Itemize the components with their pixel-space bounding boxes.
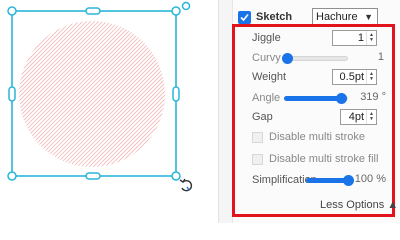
hachure-line	[19, 21, 127, 167]
hachure-line	[180, 10, 212, 180]
angle-value: 319 °	[360, 91, 386, 103]
curvy-row: Curvy	[252, 50, 281, 66]
jiggle-stepper[interactable]: ▲ ▼	[367, 31, 376, 45]
hachure-line	[163, 21, 165, 167]
resize-handle-top-right[interactable]	[171, 6, 181, 16]
hachure-line	[196, 10, 212, 180]
jiggle-spinner[interactable]: 1 ▲ ▼	[332, 30, 377, 46]
hachure-line	[115, 21, 165, 167]
disable-multi-stroke-fill-label: Disable multi stroke fill	[269, 153, 379, 165]
hachure-line	[155, 21, 165, 167]
curvy-label: Curvy	[252, 52, 281, 64]
resize-handle-bottom[interactable]	[85, 172, 101, 180]
rotate-icon[interactable]	[179, 178, 193, 192]
angle-label: Angle	[252, 92, 281, 104]
hachure-line	[19, 21, 47, 167]
sketch-checkbox[interactable]	[238, 10, 251, 24]
resize-handle-top-left[interactable]	[7, 6, 17, 16]
hachure-line	[131, 21, 165, 167]
less-options-link[interactable]: Less Options ▲	[320, 199, 398, 211]
hachure-line	[19, 21, 159, 167]
hachure-line	[79, 21, 165, 167]
disable-multi-stroke-row[interactable]: Disable multi stroke	[252, 129, 365, 145]
hachure-line	[176, 10, 212, 180]
canvas-drawing	[0, 1, 212, 192]
hachure-line	[200, 10, 212, 180]
gap-label: Gap	[252, 111, 273, 123]
weight-value[interactable]: 0.5pt	[333, 70, 367, 84]
hachure-line	[0, 10, 6, 180]
angle-slider-fill	[284, 96, 341, 101]
hachure-line	[119, 21, 165, 167]
disable-multi-stroke-fill-checkbox[interactable]	[252, 153, 263, 165]
jiggle-value[interactable]: 1	[333, 31, 367, 45]
rotate-handle[interactable]	[181, 1, 191, 11]
gap-stepper[interactable]: ▲ ▼	[367, 110, 376, 124]
hachure-line	[184, 10, 212, 180]
angle-row: Angle	[252, 90, 280, 106]
resize-handle-bottom-right[interactable]	[171, 171, 181, 181]
fill-style-select[interactable]: Hachure ▼	[312, 8, 378, 25]
hachure-line	[111, 21, 165, 167]
hachure-line	[192, 10, 212, 180]
curvy-slider[interactable]	[282, 53, 348, 64]
resize-handle-left[interactable]	[8, 86, 16, 102]
hachure-line	[19, 21, 151, 167]
hachure-line	[188, 10, 212, 180]
hachure-line	[59, 21, 165, 167]
hachure-line	[159, 21, 165, 167]
simplification-slider-fill	[306, 178, 348, 183]
disable-multi-stroke-checkbox[interactable]	[252, 131, 263, 143]
angle-slider[interactable]	[284, 93, 348, 104]
hachure-line	[19, 21, 39, 167]
jiggle-label: Jiggle	[252, 32, 281, 44]
angle-slider-thumb[interactable]	[335, 93, 347, 104]
check-icon	[240, 13, 249, 21]
weight-stepper[interactable]: ▲ ▼	[367, 70, 376, 84]
hachure-line	[83, 21, 165, 167]
gap-value[interactable]: 4pt	[341, 110, 367, 124]
curvy-value: 1	[377, 51, 384, 63]
sketch-label: Sketch	[256, 11, 293, 23]
resize-handle-right[interactable]	[172, 86, 180, 102]
disable-multi-stroke-label: Disable multi stroke	[269, 131, 365, 143]
fill-style-value: Hachure	[316, 10, 358, 23]
resize-handle-top[interactable]	[85, 7, 101, 15]
simplification-value: 100 %	[354, 173, 386, 185]
gap-row: Gap	[252, 109, 273, 125]
curvy-slider-thumb[interactable]	[282, 53, 294, 64]
curvy-slider-track	[284, 56, 348, 61]
panel-scrollbar[interactable]	[219, 0, 233, 223]
hachure-fill	[0, 10, 212, 180]
weight-row: Weight	[252, 69, 286, 85]
resize-handle-bottom-left[interactable]	[7, 171, 17, 181]
hachure-line	[147, 21, 165, 167]
disable-multi-stroke-fill-row[interactable]: Disable multi stroke fill	[252, 151, 378, 167]
gap-spinner[interactable]: 4pt ▲ ▼	[340, 109, 377, 125]
weight-spinner[interactable]: 0.5pt ▲ ▼	[332, 69, 377, 85]
hachure-line	[208, 10, 212, 180]
weight-label: Weight	[252, 71, 287, 83]
hachure-line	[63, 21, 165, 167]
hachure-line	[204, 10, 212, 180]
diagram-canvas[interactable]	[0, 0, 212, 223]
hachure-line	[55, 21, 165, 167]
chevron-down-icon: ▼	[364, 11, 373, 22]
hachure-line	[107, 21, 165, 167]
jiggle-row: Jiggle	[252, 30, 281, 46]
hachure-line	[87, 21, 165, 167]
hachure-line	[0, 10, 2, 180]
simplification-slider[interactable]	[306, 175, 354, 186]
hachure-line	[19, 21, 55, 167]
